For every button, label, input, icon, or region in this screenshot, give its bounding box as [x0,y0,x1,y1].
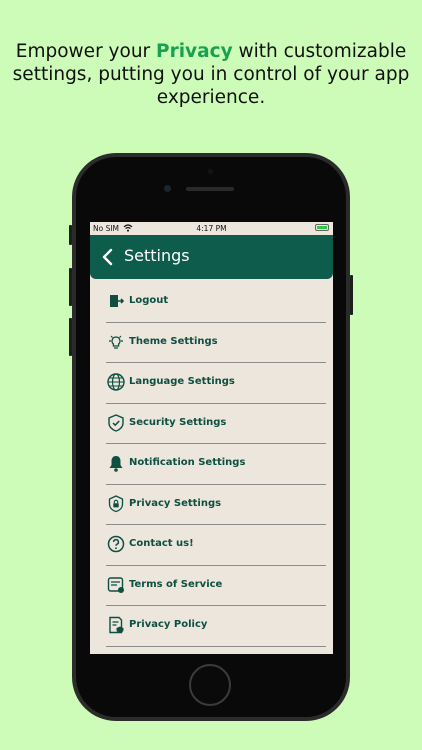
headline-text-start: Empower your [15,41,157,62]
earpiece-speaker [186,187,234,191]
menu-item-label: Theme Settings [129,335,218,347]
menu-item-label: Privacy Policy [129,619,208,630]
mute-switch [69,225,72,245]
help-circle-icon [107,535,125,553]
logout-icon [110,295,125,307]
menu-item-security-settings[interactable]: Security Settings [106,404,326,444]
menu-item-label: Terms of Service [129,578,223,590]
front-camera [164,185,171,192]
chevron-left-icon[interactable] [98,247,118,267]
menu-item-notification-settings[interactable]: Notification Settings [106,444,326,485]
bell-icon [109,456,123,472]
volume-down-button [69,318,72,356]
menu-item-label: Contact us! [129,538,194,549]
proximity-sensor [208,169,213,174]
menu-item-terms-of-service[interactable]: Terms of Service [106,566,326,606]
status-bar: No SIM 4:17 PM [90,222,333,235]
page-title: Settings [124,246,190,265]
settings-menu: Logout Theme Settings Language Settings … [106,282,326,647]
shield-lock-icon [108,494,124,512]
shield-check-icon [108,413,124,432]
menu-item-label: Language Settings [129,376,235,387]
menu-item-language-settings[interactable]: Language Settings [106,363,326,404]
lightbulb-icon [109,335,123,349]
menu-item-theme-settings[interactable]: Theme Settings [106,323,326,363]
menu-item-privacy-policy[interactable]: Privacy Policy [106,606,326,647]
promo-headline: Empower your Privacy with customizable s… [0,40,422,109]
app-bar: Settings [90,235,333,279]
menu-item-label: Notification Settings [129,457,246,468]
menu-item-label: Security Settings [129,416,227,428]
document-icon [107,576,124,593]
power-button [350,275,353,315]
menu-item-logout[interactable]: Logout [106,282,326,323]
home-button[interactable] [189,664,231,706]
status-time: 4:17 PM [196,224,227,233]
menu-item-privacy-settings[interactable]: Privacy Settings [106,485,326,525]
policy-document-icon [109,616,124,634]
headline-highlight: Privacy [156,41,233,62]
menu-item-label: Privacy Settings [129,497,222,509]
volume-up-button [69,268,72,306]
menu-item-label: Logout [129,295,169,306]
battery-icon [315,224,329,231]
phone-screen: No SIM 4:17 PM Settings Logout Theme Set… [90,222,333,654]
menu-item-contact-us[interactable]: Contact us! [106,525,326,566]
globe-icon [107,373,125,391]
